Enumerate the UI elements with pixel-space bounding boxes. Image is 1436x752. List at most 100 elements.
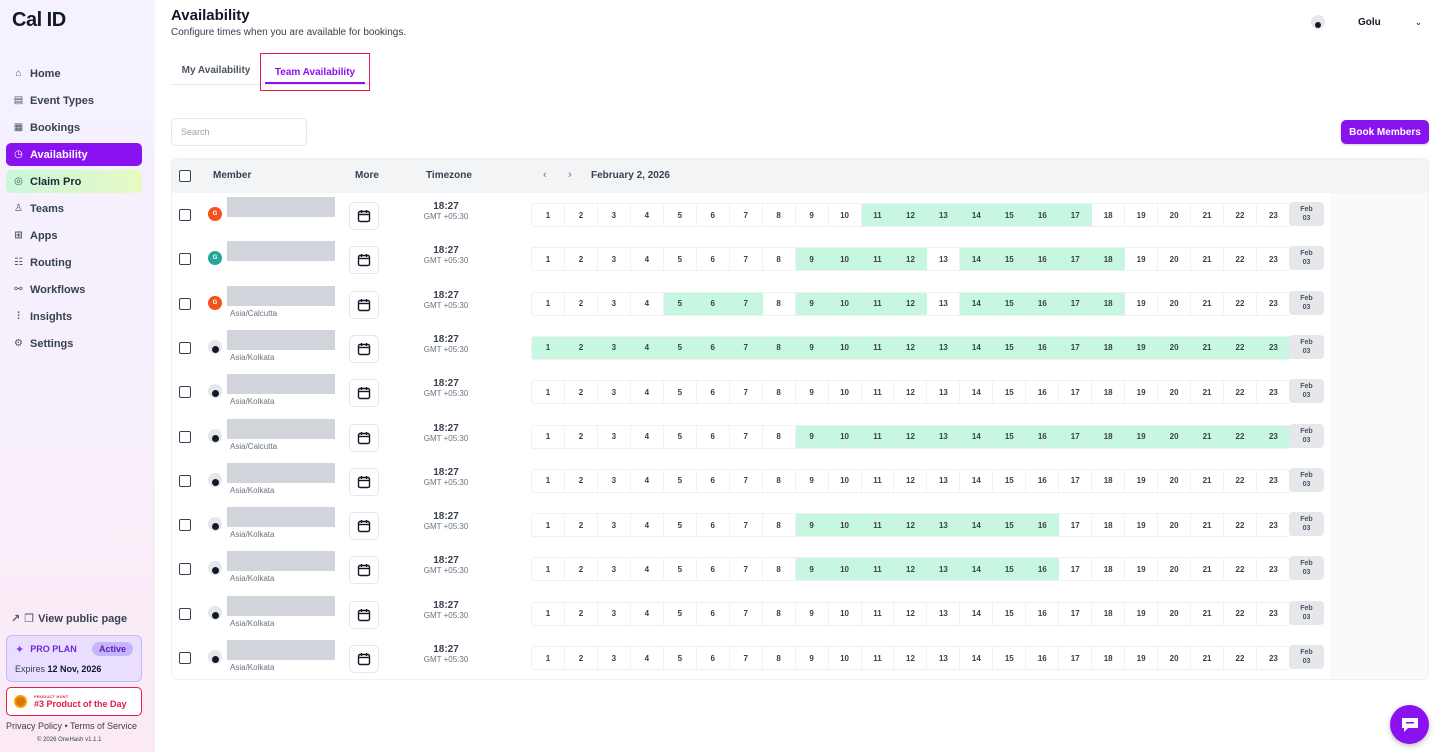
hour-slot[interactable]: 17 [1059, 647, 1093, 669]
hour-slot[interactable]: 15 [993, 602, 1027, 625]
more-calendar-button[interactable] [349, 423, 379, 452]
hour-slot[interactable]: 7 [730, 248, 763, 271]
hour-slot[interactable]: 3 [598, 647, 631, 669]
hour-slot[interactable]: 8 [763, 602, 796, 625]
hour-slot[interactable]: 15 [993, 469, 1027, 492]
hour-slot[interactable]: 16 [1026, 469, 1060, 492]
hour-slot[interactable]: 10 [829, 602, 862, 625]
hour-slot[interactable]: 18 [1092, 292, 1126, 315]
sidebar-item-routing[interactable]: ☷ Routing [6, 251, 142, 274]
hour-slot[interactable]: 8 [763, 381, 796, 404]
hour-slot[interactable]: 10 [828, 558, 862, 581]
hour-slot[interactable]: 3 [598, 602, 631, 625]
hour-slot[interactable]: 23 [1257, 381, 1290, 403]
hour-slot[interactable]: 12 [894, 204, 928, 226]
hour-slot[interactable]: 5 [664, 381, 697, 404]
hour-slot[interactable]: 11 [861, 514, 895, 537]
hour-slot[interactable]: 4 [631, 647, 664, 669]
hour-slot[interactable]: 21 [1191, 647, 1225, 669]
hour-slot[interactable]: 10 [828, 248, 862, 271]
hour-slot[interactable]: 13 [927, 336, 961, 359]
row-checkbox[interactable] [179, 519, 191, 532]
hour-slot[interactable]: 22 [1224, 514, 1257, 537]
hour-slot[interactable]: 5 [664, 647, 697, 669]
hour-slot[interactable]: 19 [1125, 381, 1159, 404]
hour-slot[interactable]: 3 [598, 381, 631, 404]
hour-slot[interactable]: 9 [795, 425, 829, 448]
hour-slot[interactable]: 9 [796, 602, 829, 625]
row-checkbox[interactable] [179, 297, 191, 310]
hour-slot[interactable]: 10 [829, 381, 862, 404]
hour-slot[interactable]: 22 [1224, 647, 1257, 669]
hour-slot[interactable]: 22 [1224, 558, 1257, 581]
hour-slot[interactable]: 17 [1059, 602, 1093, 625]
hour-slot[interactable]: 8 [763, 558, 796, 581]
hour-slot[interactable]: 13 [927, 469, 961, 492]
row-checkbox[interactable] [179, 652, 191, 664]
hour-slot[interactable]: 5 [663, 292, 697, 315]
hour-slot[interactable]: 16 [1026, 292, 1060, 315]
hour-slot[interactable]: 6 [697, 381, 730, 404]
row-checkbox[interactable] [179, 563, 191, 576]
hour-slot[interactable]: 22 [1224, 469, 1257, 492]
copy-icon[interactable]: ❐ [24, 612, 34, 625]
hour-slot[interactable]: 23 [1256, 425, 1290, 448]
hour-slot[interactable]: 20 [1158, 381, 1192, 404]
hour-slot[interactable]: 1 [532, 204, 565, 226]
hour-slot[interactable]: 19 [1125, 292, 1159, 315]
hour-slot[interactable]: 15 [993, 336, 1027, 359]
hour-slot[interactable]: 21 [1191, 336, 1225, 359]
hour-slot[interactable]: 3 [598, 558, 631, 581]
sidebar-item-event-types[interactable]: ▤ Event Types [6, 89, 142, 112]
hour-slot[interactable]: 22 [1224, 336, 1257, 359]
sidebar-item-insights[interactable]: ⫶ Insights [6, 305, 142, 328]
hour-slot[interactable]: 12 [894, 469, 928, 492]
chat-button[interactable] [1390, 705, 1429, 744]
hour-slot[interactable]: 17 [1059, 425, 1093, 448]
hour-slot[interactable]: 4 [631, 248, 664, 271]
hour-slot[interactable]: 22 [1224, 425, 1257, 448]
hour-slot[interactable]: 8 [763, 204, 796, 226]
hour-slot[interactable]: 15 [993, 647, 1027, 669]
hour-slot[interactable]: 3 [598, 469, 631, 492]
more-calendar-button[interactable] [349, 290, 379, 319]
view-public-page-link[interactable]: ↗ ❐ View public page [11, 612, 127, 626]
hour-slot[interactable]: 7 [730, 602, 763, 625]
hour-slot[interactable]: 7 [730, 204, 763, 226]
hour-slot[interactable]: 10 [829, 469, 862, 492]
hour-slot[interactable]: 6 [697, 647, 730, 669]
hour-slot[interactable]: 6 [697, 602, 730, 625]
hour-slot[interactable]: 3 [598, 248, 631, 271]
hour-slot[interactable]: 4 [631, 514, 664, 537]
hour-slot[interactable]: 9 [796, 204, 829, 226]
hour-slot[interactable]: 17 [1059, 248, 1093, 271]
hour-slot[interactable]: 14 [960, 558, 994, 581]
hour-slot[interactable]: 7 [730, 514, 763, 537]
hour-slot[interactable]: 21 [1191, 602, 1225, 625]
hour-slot[interactable]: 17 [1059, 336, 1093, 359]
hour-slot[interactable]: 21 [1191, 292, 1225, 315]
hour-slot[interactable]: 5 [664, 204, 697, 226]
sidebar-item-home[interactable]: ⌂ Home [6, 62, 142, 85]
chevron-down-icon[interactable]: ⌄ [1415, 17, 1423, 28]
hour-slot[interactable]: 19 [1125, 469, 1159, 492]
more-calendar-button[interactable] [349, 645, 379, 673]
hour-slot[interactable]: 11 [861, 292, 895, 315]
hour-slot[interactable]: 11 [862, 381, 895, 404]
hour-slot[interactable]: 2 [565, 469, 598, 492]
row-checkbox[interactable] [179, 209, 191, 221]
hour-slot[interactable]: 22 [1224, 602, 1257, 625]
hour-slot[interactable]: 9 [795, 292, 829, 315]
hour-slot[interactable]: 15 [993, 514, 1027, 537]
hour-slot[interactable]: 23 [1257, 293, 1290, 315]
hour-slot[interactable]: 15 [993, 292, 1027, 315]
hour-slot[interactable]: 13 [927, 292, 961, 315]
sidebar-item-workflows[interactable]: ⚯ Workflows [6, 278, 142, 301]
select-all-checkbox[interactable] [179, 170, 191, 182]
hour-slot[interactable]: 18 [1092, 336, 1126, 359]
hour-slot[interactable]: 1 [532, 336, 565, 359]
hour-slot[interactable]: 23 [1257, 514, 1290, 536]
hour-slot[interactable]: 5 [664, 469, 697, 492]
hour-slot[interactable]: 11 [861, 336, 895, 359]
hour-slot[interactable]: 23 [1257, 248, 1290, 270]
